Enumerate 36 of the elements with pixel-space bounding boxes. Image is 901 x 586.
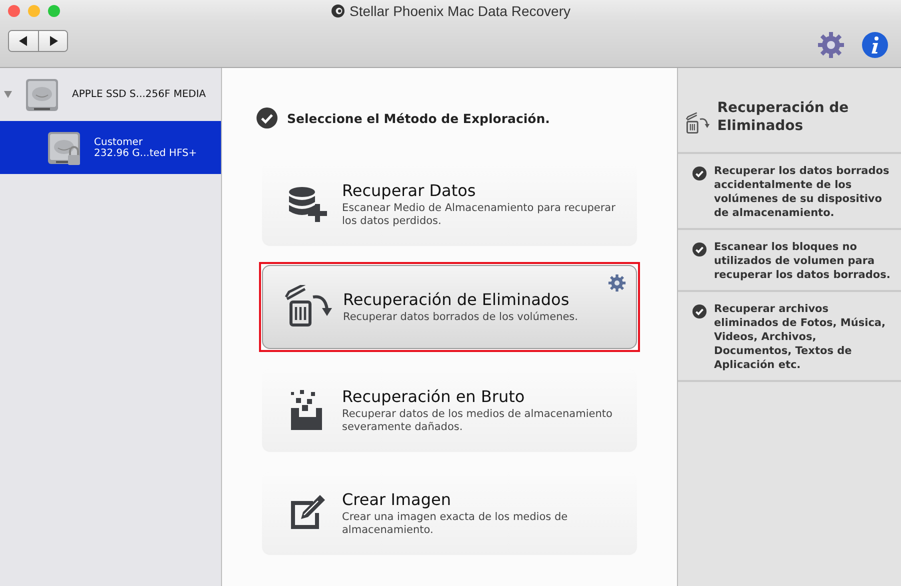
check-icon — [692, 304, 707, 319]
method-description: Recuperar datos borrados de los volúmenes. — [343, 311, 579, 324]
device-item[interactable]: Customer 232.96 G...ted HFS+ — [0, 121, 221, 174]
check-icon — [256, 107, 278, 129]
feature-text: Escanear los bloques no utilizados de volumen para recuperar los datos borrados. — [714, 240, 892, 282]
method-description: Escanear Medio de Almacenamiento para recuperar los datos perdidos. — [342, 202, 616, 228]
method-description: Crear una imagen exacta de los medios de almacenamiento. — [342, 510, 569, 536]
method-description: Recuperar datos de los medios de almacenamiento severamente dañados. — [342, 408, 614, 434]
app-logo-icon — [330, 4, 344, 18]
close-button[interactable] — [8, 5, 20, 17]
method-title: Crear Imagen — [342, 490, 452, 508]
device-detail: 232.96 G...ted HFS+ — [94, 148, 197, 158]
zoom-button[interactable] — [48, 5, 60, 17]
device-name: APPLE SSD S...256F MEDIA — [72, 89, 206, 100]
method-title: Recuperar Datos — [342, 180, 477, 200]
info-icon[interactable] — [861, 30, 889, 58]
back-icon — [19, 36, 28, 46]
method-title: Recuperación de Eliminados — [343, 290, 570, 309]
feature-text: Recuperar archivos eliminados de Fotos, Música, Videos, Archivos, Documentos, Textos de Aplicación etc. — [714, 302, 887, 372]
back-button[interactable] — [9, 30, 38, 50]
method-card[interactable]: Recuperación de Eliminados Recuperar datos borrados de los volúmenes. — [262, 265, 637, 349]
window-title: Stellar Phoenix Mac Data Recovery — [350, 3, 570, 19]
section-heading: Seleccione el Método de Exploración. — [287, 110, 550, 126]
feature-text: Recuperar los datos borrados accidentalmente de los volúmenes de su dispositivo de almacenamiento. — [714, 164, 890, 220]
check-icon — [692, 242, 707, 257]
settings-icon[interactable] — [817, 30, 845, 58]
check-icon — [692, 166, 707, 181]
forward-button[interactable] — [38, 30, 67, 50]
device-name: Customer — [94, 136, 144, 148]
settings-icon[interactable] — [608, 274, 626, 292]
details-title: Recuperación de Eliminados — [717, 99, 850, 135]
forward-icon — [48, 36, 58, 46]
collapse-icon[interactable] — [4, 91, 12, 98]
device-item[interactable]: APPLE SSD S...256F MEDIA — [0, 68, 221, 121]
method-title: Recuperación en Bruto — [342, 386, 526, 406]
trash-restore-icon — [283, 285, 333, 329]
